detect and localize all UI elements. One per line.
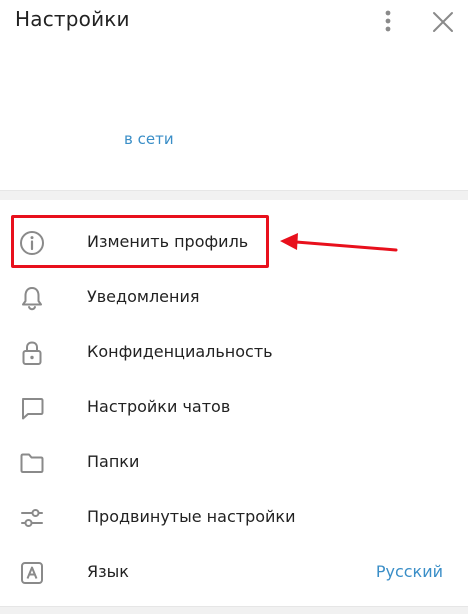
menu-item-notifications[interactable]: Уведомления (0, 270, 468, 325)
menu-item-label: Язык (87, 562, 129, 581)
lock-icon (22, 341, 42, 365)
menu-item-advanced-settings[interactable]: Продвинутые настройки (0, 490, 468, 545)
more-options-button[interactable] (378, 8, 398, 36)
page-title: Настройки (15, 7, 130, 31)
more-vertical-icon (385, 10, 391, 32)
folder-icon (20, 453, 44, 473)
menu-item-label: Изменить профиль (87, 232, 249, 251)
close-icon (433, 12, 453, 32)
menu-item-language[interactable]: Язык Русский (0, 545, 468, 600)
bottom-divider (0, 606, 468, 614)
bell-icon (22, 287, 42, 311)
menu-item-label: Уведомления (87, 287, 200, 306)
sliders-icon (21, 509, 43, 527)
menu-item-label: Продвинутые настройки (87, 507, 296, 526)
menu-item-label: Папки (87, 452, 140, 471)
online-status: в сети (124, 130, 174, 148)
profile-section[interactable]: в сети (0, 44, 468, 190)
language-value: Русский (375, 562, 443, 581)
info-icon (20, 231, 44, 255)
close-button[interactable] (430, 9, 456, 35)
menu-item-edit-profile[interactable]: Изменить профиль (0, 215, 468, 270)
chat-bubble-icon (22, 398, 44, 420)
menu-item-folders[interactable]: Папки (0, 435, 468, 490)
settings-header: Настройки (0, 0, 468, 44)
menu-item-label: Настройки чатов (87, 397, 231, 416)
language-icon (21, 562, 43, 584)
menu-item-chat-settings[interactable]: Настройки чатов (0, 380, 468, 435)
section-divider (0, 190, 468, 200)
menu-item-privacy[interactable]: Конфиденциальность (0, 325, 468, 380)
menu-item-label: Конфиденциальность (87, 342, 273, 361)
